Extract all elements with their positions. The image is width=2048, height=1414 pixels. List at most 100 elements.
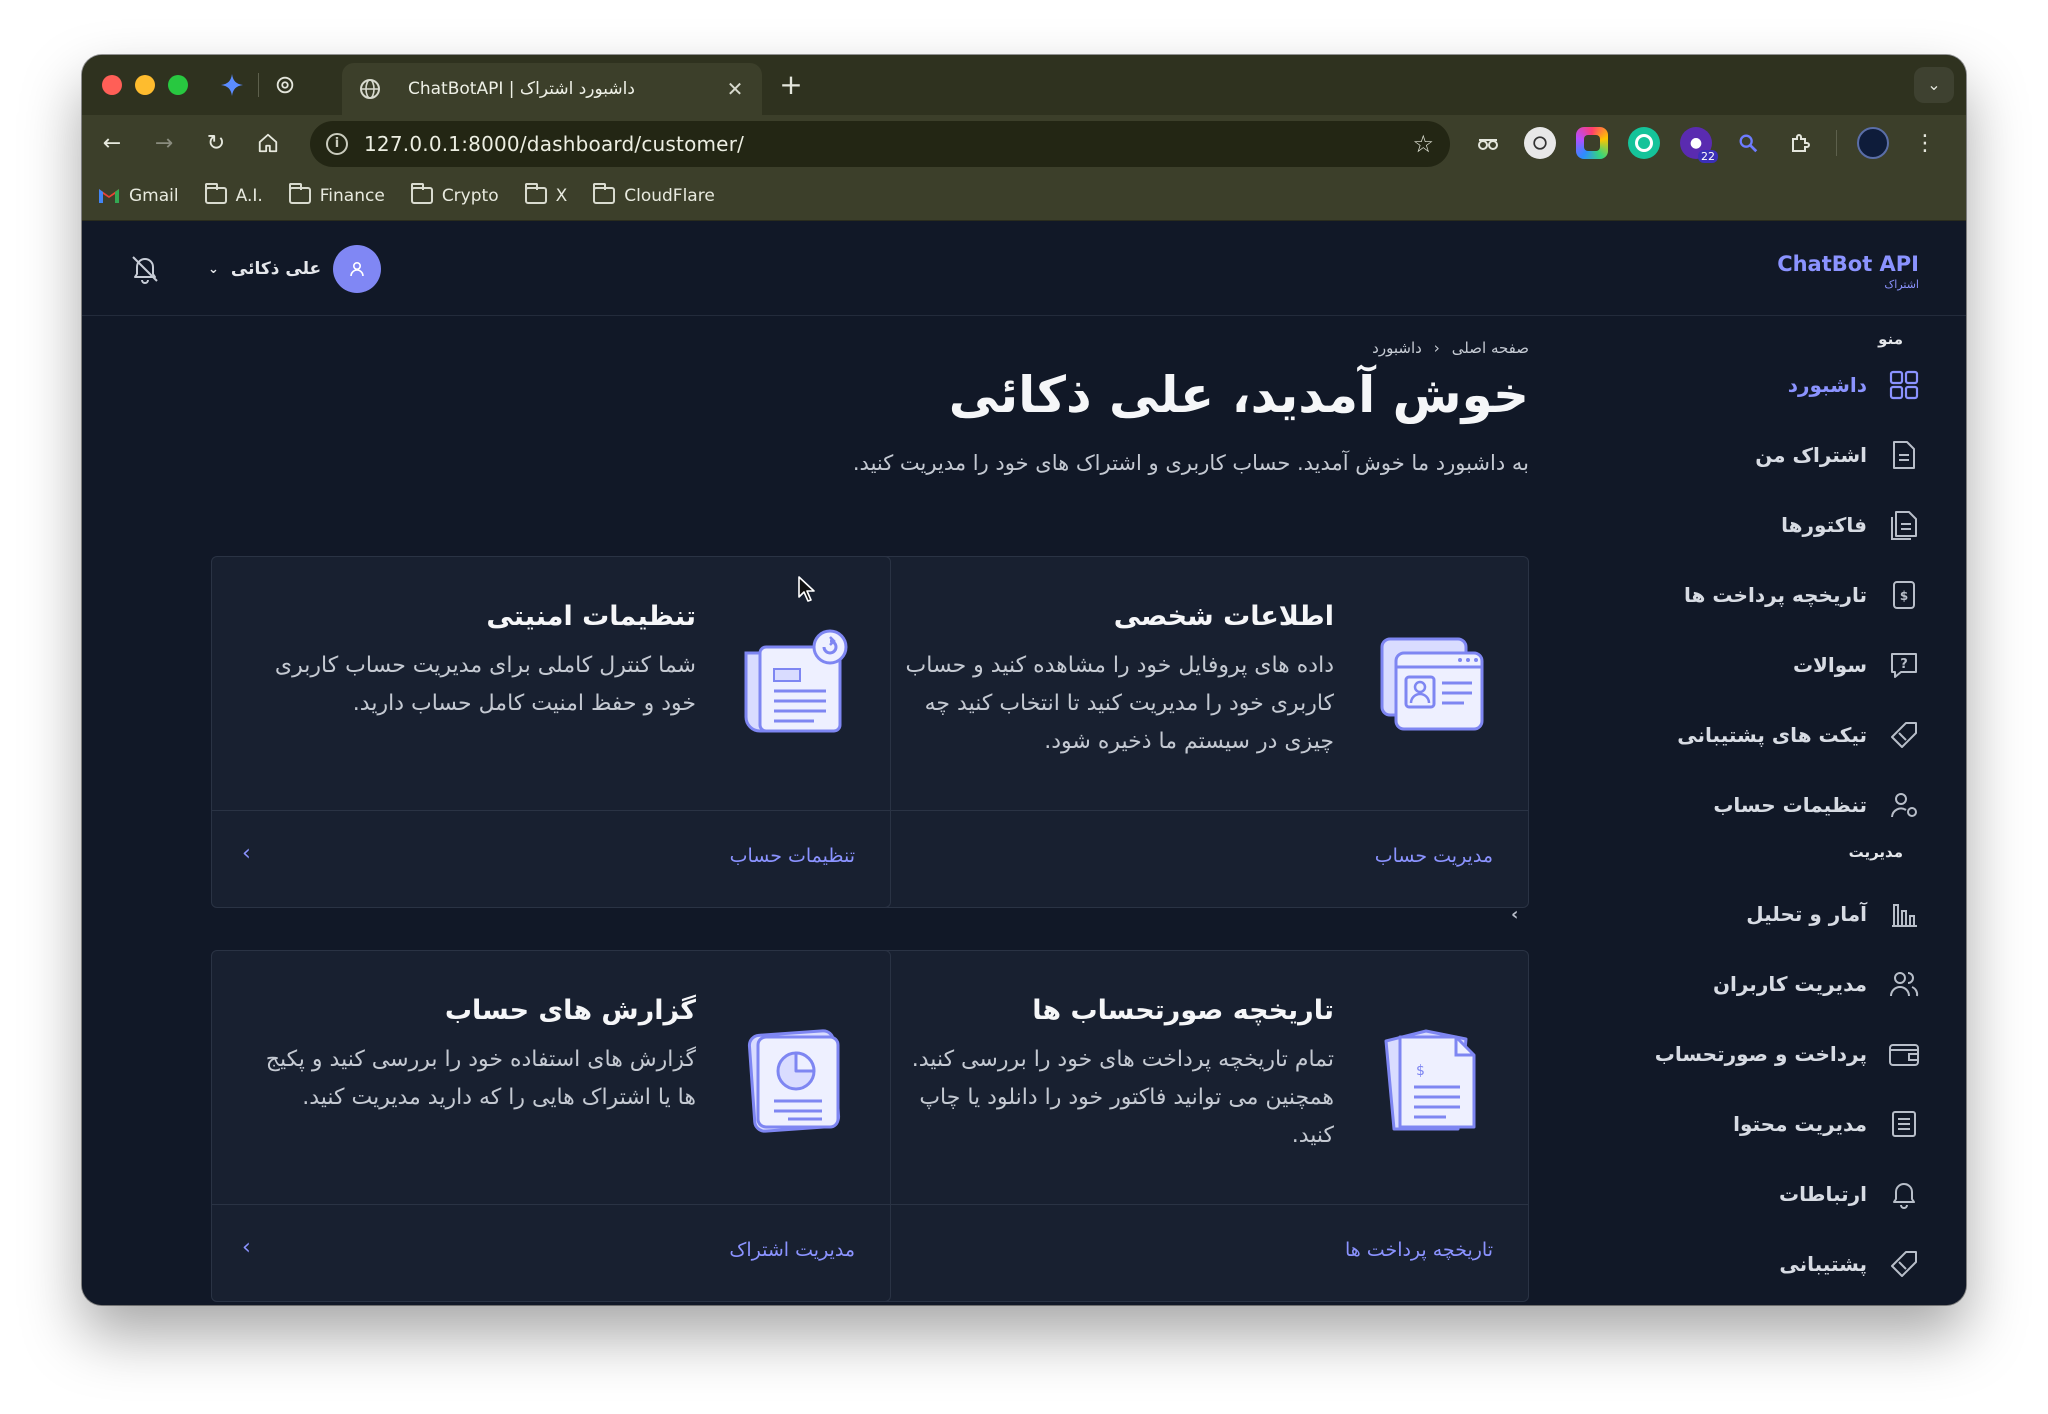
chevron-left-icon[interactable]: ‹ <box>242 841 251 866</box>
openai-extension-icon[interactable] <box>1524 127 1556 159</box>
profile-extension-icon[interactable]: ● 22 <box>1680 127 1718 163</box>
address-bar[interactable]: i 127.0.0.1:8000/dashboard/customer/ ☆ <box>310 121 1450 167</box>
receipt-icon: $ <box>1887 578 1921 612</box>
window-controls <box>102 75 188 95</box>
folder-icon <box>288 183 311 204</box>
chevron-left-icon[interactable]: ‹ <box>242 1235 251 1260</box>
card-security-settings: تنظیمات امنیتی شما کنترل کاملی برای مدیر… <box>211 556 891 908</box>
manage-heading: مدیریت <box>1848 843 1903 861</box>
sidebar-item-label: تاریخچه پرداخت ها <box>1684 583 1867 607</box>
url-text[interactable]: 127.0.0.1:8000/dashboard/customer/ <box>364 132 1412 156</box>
maximize-window-button[interactable] <box>168 75 188 95</box>
sidebar-item-payment-history[interactable]: تاریخچه پرداخت ها $ <box>1621 570 1921 620</box>
card-footer[interactable]: مدیریت اشتراک ‹ <box>212 1205 890 1301</box>
sidebar-item-label: آمار و تحلیل <box>1746 902 1867 926</box>
brand-subtitle: اشتراک <box>1884 278 1919 291</box>
folder-icon <box>410 183 433 204</box>
bookmark-folder-x[interactable]: X <box>524 183 567 206</box>
chevron-left-icon: ‹ <box>1433 339 1440 357</box>
manage-account-link[interactable]: مدیریت حساب <box>1375 845 1493 867</box>
card-footer[interactable]: تنظیمات حساب ‹ <box>212 811 890 907</box>
back-button[interactable]: ← <box>86 115 138 171</box>
color-picker-extension-icon[interactable] <box>1576 127 1608 159</box>
document-icon <box>1887 438 1921 472</box>
ticket-icon <box>1887 718 1921 752</box>
user-gear-icon <box>1887 788 1921 822</box>
user-menu[interactable]: ⌄ علی ذکائی <box>208 244 382 294</box>
incognito-extension-icon[interactable] <box>1472 127 1504 159</box>
sidebar-item-account-settings[interactable]: تنظیمات حساب <box>1621 780 1921 830</box>
bookmark-folder-crypto[interactable]: Crypto <box>410 183 499 206</box>
home-icon <box>258 133 278 153</box>
grammarly-extension-icon[interactable] <box>1628 127 1660 159</box>
sidebar-item-invoices[interactable]: فاکتورها <box>1621 500 1921 550</box>
wallet-icon <box>1887 1037 1921 1071</box>
new-tab-button[interactable]: + <box>775 69 807 101</box>
card-description: تمام تاریخچه پرداخت های خود را بررسی کنی… <box>911 1047 1334 1148</box>
manage-subscription-link[interactable]: مدیریت اشتراک <box>729 1239 855 1261</box>
sidebar-item-label: مدیریت کاربران <box>1712 972 1867 996</box>
breadcrumb-home[interactable]: صفحه اصلی <box>1452 339 1529 357</box>
home-button[interactable] <box>242 115 294 171</box>
ticket-icon <box>1887 1247 1921 1281</box>
gmail-icon <box>99 189 119 203</box>
toolbar-separator <box>1836 130 1837 156</box>
sidebar-item-faq[interactable]: سوالات ? <box>1621 640 1921 690</box>
bookmark-label: Gmail <box>129 185 179 206</box>
sidebar-item-label: ارتباطات <box>1779 1182 1867 1206</box>
active-tab[interactable]: ChatBotAPI | داشبورد اشتراک ✕ <box>342 63 762 115</box>
bookmark-label: Crypto <box>441 185 499 206</box>
svg-text:?: ? <box>1900 657 1908 672</box>
sidebar-item-label: تنظیمات حساب <box>1713 793 1867 817</box>
reload-button[interactable]: ↻ <box>190 115 242 171</box>
bookmark-folder-cloudflare[interactable]: CloudFlare <box>593 183 715 206</box>
gemini-pinned-tab-icon[interactable] <box>206 55 258 115</box>
globe-icon <box>360 79 380 99</box>
breadcrumb-current: داشبورد <box>1372 339 1422 357</box>
sidebar-item-support[interactable]: ‹ پشتیبانی <box>1511 1239 1921 1289</box>
avatar <box>333 245 382 293</box>
tab-strip: ChatBotAPI | داشبورد اشتراک ✕ + ⌄ <box>82 55 1966 115</box>
site-info-icon[interactable]: i <box>326 133 348 155</box>
extensions-puzzle-icon[interactable] <box>1784 127 1816 159</box>
close-tab-icon[interactable]: ✕ <box>724 77 746 101</box>
sidebar-item-analytics[interactable]: ‹ آمار و تحلیل <box>1511 889 1921 939</box>
card-body: تنظیمات امنیتی شما کنترل کاملی برای مدیر… <box>212 557 890 811</box>
search-extension-icon[interactable] <box>1732 127 1764 159</box>
bookmark-folder-finance[interactable]: Finance <box>288 183 385 206</box>
grid-icon <box>1887 368 1921 402</box>
sidebar-item-my-subscription[interactable]: اشتراک من <box>1621 430 1921 480</box>
content-icon <box>1887 1107 1921 1141</box>
bookmark-star-icon[interactable]: ☆ <box>1412 130 1434 158</box>
profile-avatar-icon[interactable] <box>1857 127 1889 159</box>
card-footer[interactable]: تاریخچه پرداخت ها ‹ <box>850 1205 1528 1301</box>
sidebar-item-communications[interactable]: ‹ ارتباطات <box>1511 1169 1921 1219</box>
sidebar-item-label: اشتراک من <box>1755 443 1867 467</box>
tab-search-button[interactable]: ⌄ <box>1914 67 1954 103</box>
card-footer[interactable]: مدیریت حساب ‹ <box>850 811 1528 907</box>
sidebar-item-payments-billing[interactable]: ‹ پرداخت و صورتحساب <box>1511 1029 1921 1079</box>
security-doc-icon <box>744 629 848 733</box>
bookmark-folder-ai[interactable]: A.I. <box>204 183 263 206</box>
sidebar-item-user-management[interactable]: ‹ مدیریت کاربران <box>1511 959 1921 1009</box>
account-settings-link[interactable]: تنظیمات حساب <box>730 845 855 867</box>
forward-button[interactable]: → <box>138 115 190 171</box>
payment-history-link[interactable]: تاریخچه پرداخت ها <box>1345 1239 1493 1261</box>
sidebar-item-dashboard[interactable]: داشبورد <box>1621 360 1921 410</box>
card-description: داده های پروفایل خود را مشاهده کنید و حس… <box>905 653 1334 754</box>
minimize-window-button[interactable] <box>135 75 155 95</box>
notifications-button[interactable] <box>128 252 162 286</box>
question-icon: ? <box>1887 648 1921 682</box>
browser-menu-icon[interactable]: ⋮ <box>1909 127 1941 159</box>
main-content: صفحه اصلی ‹ داشبورد خوش آمدید، علی ذکائی… <box>129 316 1529 1305</box>
bookmark-label: A.I. <box>235 185 263 206</box>
sidebar-item-content-management[interactable]: ‹ مدیریت محتوا <box>1511 1099 1921 1149</box>
brand-logo[interactable]: ChatBot API اشتراک <box>1777 252 1919 291</box>
sidebar-item-support-tickets[interactable]: تیکت های پشتیبانی <box>1621 710 1921 760</box>
chatgpt-pinned-tab-icon[interactable] <box>259 55 311 115</box>
card-title: اطلاعات شخصی <box>1113 601 1334 632</box>
close-window-button[interactable] <box>102 75 122 95</box>
breadcrumb: صفحه اصلی ‹ داشبورد <box>1372 339 1529 357</box>
bookmark-gmail[interactable]: Gmail <box>98 186 179 206</box>
bar-chart-icon <box>1887 897 1921 931</box>
